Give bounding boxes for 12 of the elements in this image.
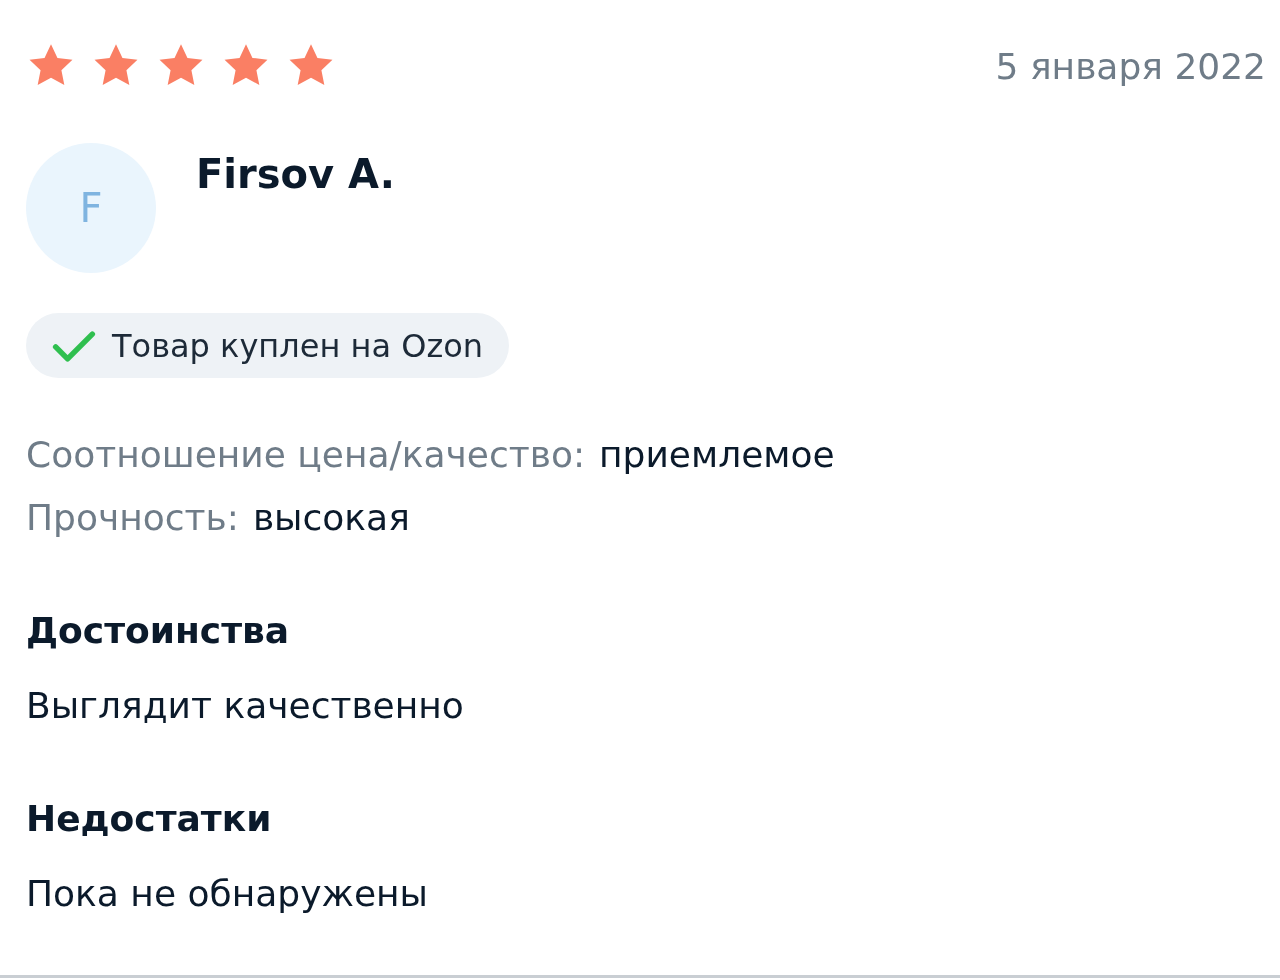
section-heading: Недостатки — [26, 798, 273, 839]
avatar: F — [26, 143, 156, 273]
section-text: Выглядит качественно — [26, 685, 465, 726]
section-heading: Достоинства — [26, 610, 291, 651]
attribute-value: высокая — [252, 497, 410, 538]
badge-label: Товар куплен на Ozon — [112, 326, 484, 365]
attribute-value: приемлемое — [599, 434, 835, 475]
attribute-label: Прочность: — [26, 497, 239, 538]
section-text: Пока не обнаружены — [26, 873, 429, 914]
author-name: Firsov A. — [196, 151, 395, 197]
review-date: 5 января 2022 — [995, 45, 1266, 87]
attribute-label: Соотношение цена/качество: — [26, 434, 586, 475]
